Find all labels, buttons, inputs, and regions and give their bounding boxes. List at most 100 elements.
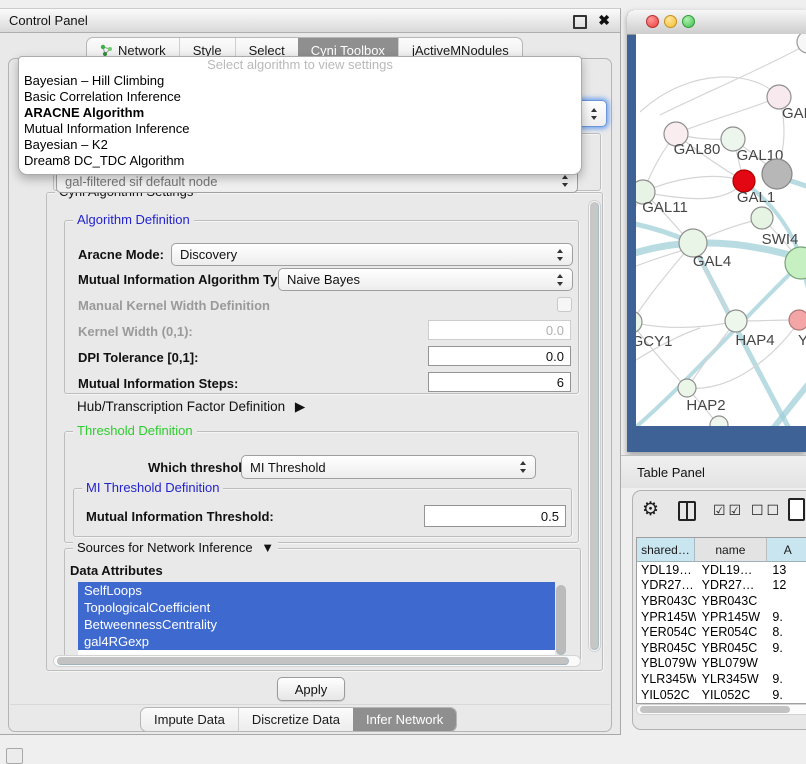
dropdown-items: Bayesian – Hill ClimbingBasic Correlatio… (19, 73, 581, 169)
table-cell[interactable]: YDL19… (637, 563, 696, 577)
table-horizontal-scrollbar[interactable] (636, 704, 806, 715)
table-row[interactable]: YBR045CYBR045C9. (637, 640, 806, 656)
table-row[interactable]: YPR145WYPR145W9. (637, 609, 806, 625)
network-edge[interactable] (748, 346, 806, 426)
table-cell[interactable]: YBR043C (637, 594, 696, 608)
table-cell[interactable]: 13 (768, 563, 806, 577)
settings-vertical-scrollbar[interactable] (588, 200, 601, 652)
attribute-list-item[interactable]: SelfLoops (78, 582, 555, 599)
table-cell[interactable]: YBL079W (637, 656, 696, 670)
apply-button[interactable]: Apply (277, 677, 345, 701)
algorithm-definition-title: Algorithm Definition (73, 212, 194, 228)
attribute-list-scrollbar[interactable] (555, 584, 567, 656)
table-cell[interactable]: YDR27… (696, 578, 769, 592)
sources-group-title[interactable]: Sources for Network Inference ▼ (73, 540, 278, 556)
table-cell[interactable]: YIL052C (696, 688, 769, 702)
network-canvas[interactable]: GALGAL80GAL10GAL1GAL11SWI4GAL4GCY1HAP4YH… (636, 34, 806, 426)
attribute-list-item[interactable]: gal4RGexp (78, 633, 555, 650)
dropdown-item[interactable]: Mutual Information Inference (19, 121, 581, 137)
network-node[interactable] (797, 34, 806, 53)
network-node-hap4[interactable] (725, 310, 747, 332)
tab-impute-data[interactable]: Impute Data (141, 708, 238, 731)
table-row[interactable]: YIL052CYIL052C9. (637, 687, 806, 703)
table-cell[interactable]: 9. (768, 610, 806, 624)
dpi-tolerance-label: DPI Tolerance [0,1]: (78, 350, 198, 365)
network-node-y[interactable] (789, 310, 806, 330)
table-cell[interactable]: YDR27… (637, 578, 696, 592)
network-edge[interactable] (636, 322, 683, 384)
table-cell[interactable]: YER054C (637, 625, 696, 639)
network-edge[interactable] (640, 77, 779, 112)
dpi-tolerance-field[interactable]: 0.0 (428, 346, 571, 366)
aracne-mode-value: Discovery (180, 247, 237, 262)
attribute-list-item[interactable]: BetweennessCentrality (78, 616, 555, 633)
hub-definition-toggle[interactable]: Hub/Transcription Factor Definition ▶ (77, 399, 305, 415)
table-cell[interactable]: 8. (768, 625, 806, 639)
dropdown-item[interactable]: Basic Correlation Inference (19, 89, 581, 105)
zoom-icon[interactable] (682, 15, 695, 28)
network-view-window: GALGAL80GAL10GAL1GAL11SWI4GAL4GCY1HAP4YH… (627, 10, 806, 452)
close-icon[interactable] (646, 15, 659, 28)
network-node-hap2[interactable] (678, 379, 696, 397)
network-window-titlebar[interactable] (627, 10, 806, 35)
table-panel-title: Table Panel (637, 465, 705, 480)
dropdown-item[interactable]: Dream8 DC_TDC Algorithm (19, 153, 581, 169)
table-cell[interactable]: YBR043C (696, 594, 769, 608)
table-cell[interactable]: YPR145W (637, 610, 696, 624)
network-node[interactable] (762, 159, 792, 189)
column-header[interactable]: name (695, 538, 767, 562)
table-cell[interactable]: YBR045C (637, 641, 696, 655)
settings-horizontal-scrollbar[interactable] (53, 655, 581, 667)
minimize-icon[interactable] (664, 15, 677, 28)
table-row[interactable]: YDL19…YDL19…13 (637, 562, 806, 578)
table-row[interactable]: YLR345WYLR345W9. (637, 671, 806, 687)
deselect-all-checkboxes-icon[interactable]: ☐☐ (751, 502, 782, 519)
table-cell[interactable]: YPR145W (696, 610, 769, 624)
table-row[interactable]: YBR043CYBR043C (637, 593, 806, 609)
table-cell[interactable]: YDL19… (696, 563, 769, 577)
kernel-width-field[interactable]: 0.0 (428, 320, 571, 340)
table-header-row: shared…nameA (637, 538, 806, 562)
network-edge[interactable] (643, 176, 740, 192)
network-edge[interactable] (643, 185, 741, 199)
aracne-mode-combo[interactable]: Discovery (171, 243, 573, 266)
network-node-swi4[interactable] (751, 207, 773, 229)
table-cell[interactable]: 9. (768, 672, 806, 686)
mi-threshold-field[interactable]: 0.5 (424, 505, 566, 527)
table-cell[interactable]: YLR345W (696, 672, 769, 686)
close-icon[interactable]: ✖ (598, 12, 610, 29)
manual-kernel-checkbox[interactable] (557, 297, 572, 312)
dropdown-item[interactable]: Bayesian – K2 (19, 137, 581, 153)
columns-icon[interactable] (678, 501, 696, 521)
float-window-icon[interactable] (573, 15, 587, 29)
table-cell[interactable]: YIL052C (637, 688, 696, 702)
table-cell[interactable]: 9. (768, 641, 806, 655)
network-edge[interactable] (636, 322, 727, 327)
column-header[interactable]: A (767, 538, 806, 562)
which-threshold-combo[interactable]: MI Threshold (241, 455, 536, 479)
table-row[interactable]: YBL079WYBL079W (637, 656, 806, 672)
table-cell[interactable]: YER054C (696, 625, 769, 639)
tab-infer-network[interactable]: Infer Network (353, 708, 456, 731)
page-icon[interactable] (788, 498, 805, 521)
dropdown-item[interactable]: ARACNE Algorithm (19, 105, 581, 121)
mi-type-combo[interactable]: Naive Bayes (278, 268, 573, 291)
table-row[interactable]: YDR27…YDR27…12 (637, 578, 806, 594)
attribute-list-item[interactable]: TopologicalCoefficient (78, 599, 555, 616)
table-cell[interactable]: 12 (768, 578, 806, 592)
mi-steps-field[interactable]: 6 (428, 372, 571, 392)
select-all-checkboxes-icon[interactable]: ☑☑ (713, 502, 744, 519)
network-node-gcy1[interactable] (636, 311, 642, 333)
table-cell[interactable]: 9. (768, 688, 806, 702)
table-cell[interactable]: YLR345W (637, 672, 696, 686)
column-header[interactable]: shared… (637, 538, 695, 562)
node-label: GCY1 (636, 333, 672, 350)
tab-discretize-data[interactable]: Discretize Data (238, 708, 353, 731)
gear-icon[interactable]: ⚙ (642, 498, 659, 521)
dropdown-item[interactable]: Bayesian – Hill Climbing (19, 73, 581, 89)
kernel-width-value: 0.0 (546, 323, 564, 338)
table-cell[interactable]: YBL079W (696, 656, 769, 670)
table-cell[interactable]: YBR045C (696, 641, 769, 655)
table-row[interactable]: YER054CYER054C8. (637, 624, 806, 640)
data-attributes-list: SelfLoopsTopologicalCoefficientBetweenne… (78, 582, 555, 660)
